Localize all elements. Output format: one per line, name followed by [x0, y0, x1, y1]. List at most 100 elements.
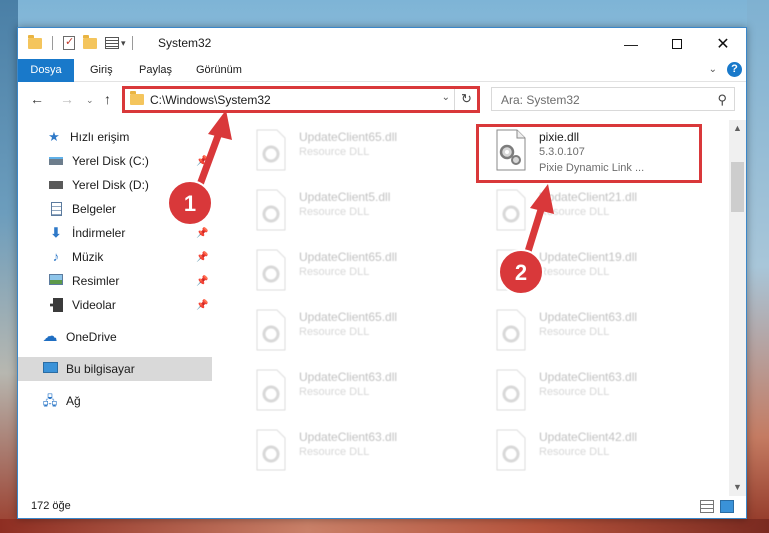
pin-icon[interactable]: 📌 — [196, 300, 208, 311]
up-arrow-icon[interactable]: ↑ — [104, 91, 111, 107]
quick-access-toolbar: ▾ — [28, 34, 133, 52]
details-view-icon[interactable] — [700, 500, 714, 513]
file-tile[interactable]: UpdateClient65.dll Resource DLL — [253, 306, 483, 354]
search-placeholder: Ara: System32 — [501, 93, 580, 107]
desktop-background-left — [0, 0, 18, 533]
help-icon[interactable]: ? — [727, 62, 742, 77]
sidebar-item-label: İndirmeler — [72, 226, 126, 240]
navigation-pane: ★ Hızlı erişim Yerel Disk (C:) 📌 Yerel D… — [18, 120, 212, 496]
folder-icon — [28, 34, 42, 49]
desktop-background-bottom — [0, 519, 769, 533]
properties-check-icon[interactable] — [63, 35, 75, 50]
sidebar-item-label: Müzik — [72, 250, 104, 264]
sidebar-item-label: Bu bilgisayar — [66, 362, 135, 376]
sidebar-item-videolar[interactable]: Videolar 📌 — [18, 293, 212, 317]
maximize-button[interactable] — [654, 28, 700, 59]
download-icon: ⬇ — [50, 225, 62, 240]
dll-file-icon — [256, 429, 286, 471]
file-tile[interactable]: UpdateClient65.dll Resource DLL — [253, 126, 483, 174]
sidebar-item-disk-c[interactable]: Yerel Disk (C:) 📌 — [18, 149, 212, 173]
file-tile[interactable]: UpdateClient21.dll Resource DLL — [493, 186, 723, 234]
separator — [131, 36, 133, 50]
file-name: UpdateClient65.dll — [299, 130, 398, 144]
rename-icon[interactable] — [105, 37, 119, 49]
minimize-button[interactable]: — — [608, 28, 654, 59]
cloud-icon: ☁ — [42, 328, 58, 345]
file-tile[interactable]: UpdateClient63.dll Resource DLL — [253, 366, 483, 414]
sidebar-item-bu-bilgisayar[interactable]: Bu bilgisayar — [18, 357, 212, 381]
forward-arrow-icon[interactable]: → — [60, 91, 74, 107]
pin-icon[interactable]: 📌 — [196, 204, 208, 215]
sidebar-item-disk-d[interactable]: Yerel Disk (D:) — [18, 173, 212, 197]
sidebar-item-label: OneDrive — [66, 330, 117, 344]
file-name: UpdateClient21.dll — [539, 190, 638, 204]
file-tile[interactable]: UpdateClient63.dll Resource DLL — [493, 366, 723, 414]
pin-icon[interactable]: 📌 — [196, 252, 208, 263]
file-description: Resource DLL — [539, 386, 610, 398]
dll-file-icon — [256, 129, 286, 171]
recent-locations-icon[interactable]: ⌄ — [86, 95, 94, 106]
drive-icon — [48, 178, 64, 192]
expand-ribbon-icon[interactable]: ⌄ — [709, 64, 717, 75]
sidebar-item-label: Belgeler — [72, 202, 117, 216]
close-button[interactable]: ✕ — [700, 28, 746, 59]
file-tile[interactable]: UpdateClient5.dll Resource DLL — [253, 186, 483, 234]
drive-icon — [48, 154, 64, 168]
sidebar-item-muzik[interactable]: ♪ Müzik 📌 — [18, 245, 212, 269]
desktop-background-right — [747, 0, 769, 533]
file-name: UpdateClient65.dll — [299, 310, 398, 324]
item-count: 172 öğe — [31, 500, 71, 512]
sidebar-item-onedrive[interactable]: ☁ OneDrive — [18, 325, 212, 349]
scroll-up-icon[interactable]: ▲ — [729, 120, 746, 137]
title-bar: ▾ System32 — ✕ — [18, 28, 746, 59]
file-tile[interactable]: UpdateClient42.dll Resource DLL — [493, 426, 723, 474]
pin-icon[interactable]: 📌 — [196, 276, 208, 287]
tab-dosya[interactable]: Dosya — [18, 59, 74, 82]
dll-file-icon — [496, 189, 526, 231]
file-description: Resource DLL — [299, 446, 370, 458]
sidebar-item-belgeler[interactable]: Belgeler 📌 — [18, 197, 212, 221]
dll-file-icon — [496, 429, 526, 471]
dll-file-icon — [496, 249, 526, 291]
computer-icon — [42, 362, 58, 376]
file-name: UpdateClient63.dll — [539, 310, 638, 324]
file-tile[interactable]: UpdateClient63.dll Resource DLL — [493, 306, 723, 354]
file-description: Resource DLL — [539, 266, 610, 278]
back-arrow-icon[interactable]: ← — [30, 91, 44, 107]
file-description: Resource DLL — [539, 206, 610, 218]
file-name: UpdateClient42.dll — [539, 430, 638, 444]
large-icons-view-icon[interactable] — [720, 500, 734, 513]
search-input[interactable]: Ara: System32 ⚲ — [491, 87, 735, 111]
file-tile[interactable]: UpdateClient63.dll Resource DLL — [253, 426, 483, 474]
search-icon[interactable]: ⚲ — [717, 92, 727, 108]
pin-icon[interactable]: 📌 — [196, 228, 208, 239]
customize-dropdown-icon[interactable]: ▾ — [121, 38, 126, 49]
tab-paylas[interactable]: Paylaş — [139, 59, 172, 82]
star-icon: ★ — [48, 129, 60, 144]
tab-gorunum[interactable]: Görünüm — [196, 59, 242, 82]
file-description: Resource DLL — [299, 266, 370, 278]
scroll-thumb[interactable] — [731, 162, 744, 212]
file-name: UpdateClient19.dll — [539, 250, 638, 264]
window-title: System32 — [158, 36, 212, 50]
file-tile[interactable]: UpdateClient65.dll Resource DLL — [253, 246, 483, 294]
file-description: Resource DLL — [299, 146, 370, 158]
scroll-down-icon[interactable]: ▼ — [729, 479, 746, 496]
tab-giris[interactable]: Giriş — [90, 59, 113, 82]
address-bar-highlight — [122, 86, 480, 113]
sidebar-item-ag[interactable]: 🖧 Ağ — [18, 389, 212, 413]
pictures-icon — [48, 274, 64, 288]
dll-file-icon — [496, 309, 526, 351]
status-bar: 172 öğe — [18, 496, 746, 518]
dll-file-icon — [496, 369, 526, 411]
sidebar-item-indirmeler[interactable]: ⬇ İndirmeler 📌 — [18, 221, 212, 245]
pin-icon[interactable]: 📌 — [196, 156, 208, 167]
new-folder-icon[interactable] — [83, 34, 97, 49]
dll-file-icon — [256, 369, 286, 411]
file-name: UpdateClient5.dll — [299, 190, 391, 204]
video-icon — [48, 298, 64, 312]
sidebar-item-resimler[interactable]: Resimler 📌 — [18, 269, 212, 293]
file-tile[interactable]: UpdateClient19.dll Resource DLL — [493, 246, 723, 294]
sidebar-item-quick-access[interactable]: ★ Hızlı erişim — [18, 125, 212, 149]
vertical-scrollbar[interactable]: ▲ ▼ — [729, 120, 746, 496]
